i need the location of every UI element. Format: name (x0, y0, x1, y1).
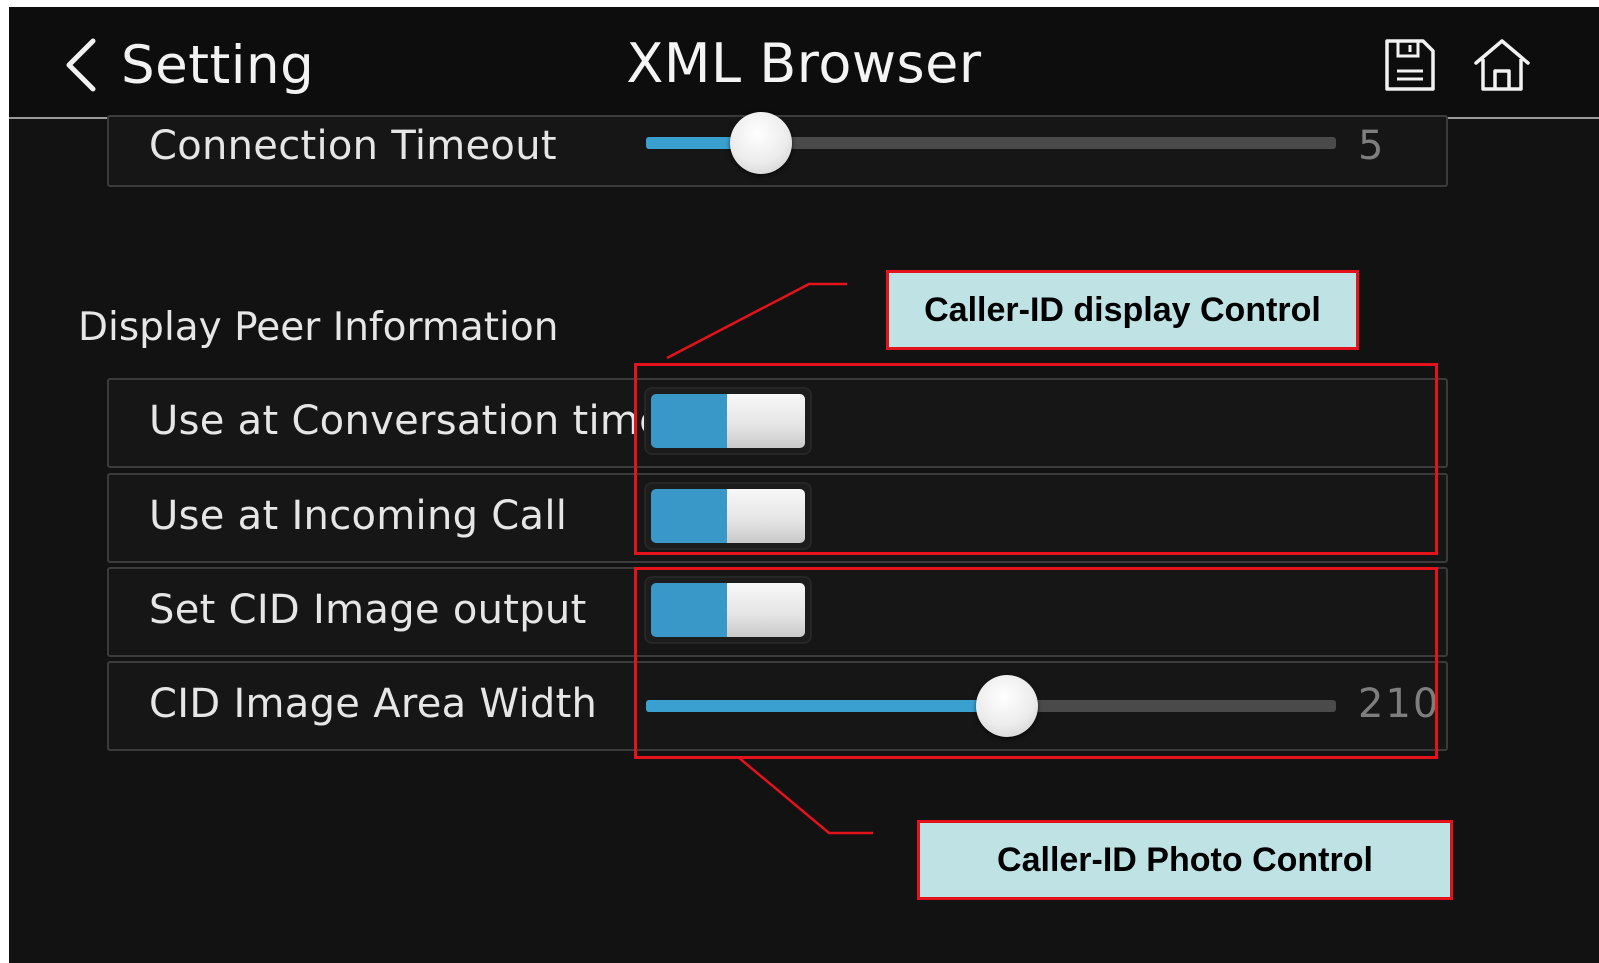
caller-id-display-callout: Caller-ID display Control (886, 270, 1359, 350)
settings-screen: Setting XML Browser Connection Timeout 5… (9, 7, 1599, 963)
caller-id-photo-highlight (634, 567, 1438, 759)
caller-id-display-highlight (634, 363, 1438, 555)
caller-id-photo-callout: Caller-ID Photo Control (917, 820, 1453, 900)
